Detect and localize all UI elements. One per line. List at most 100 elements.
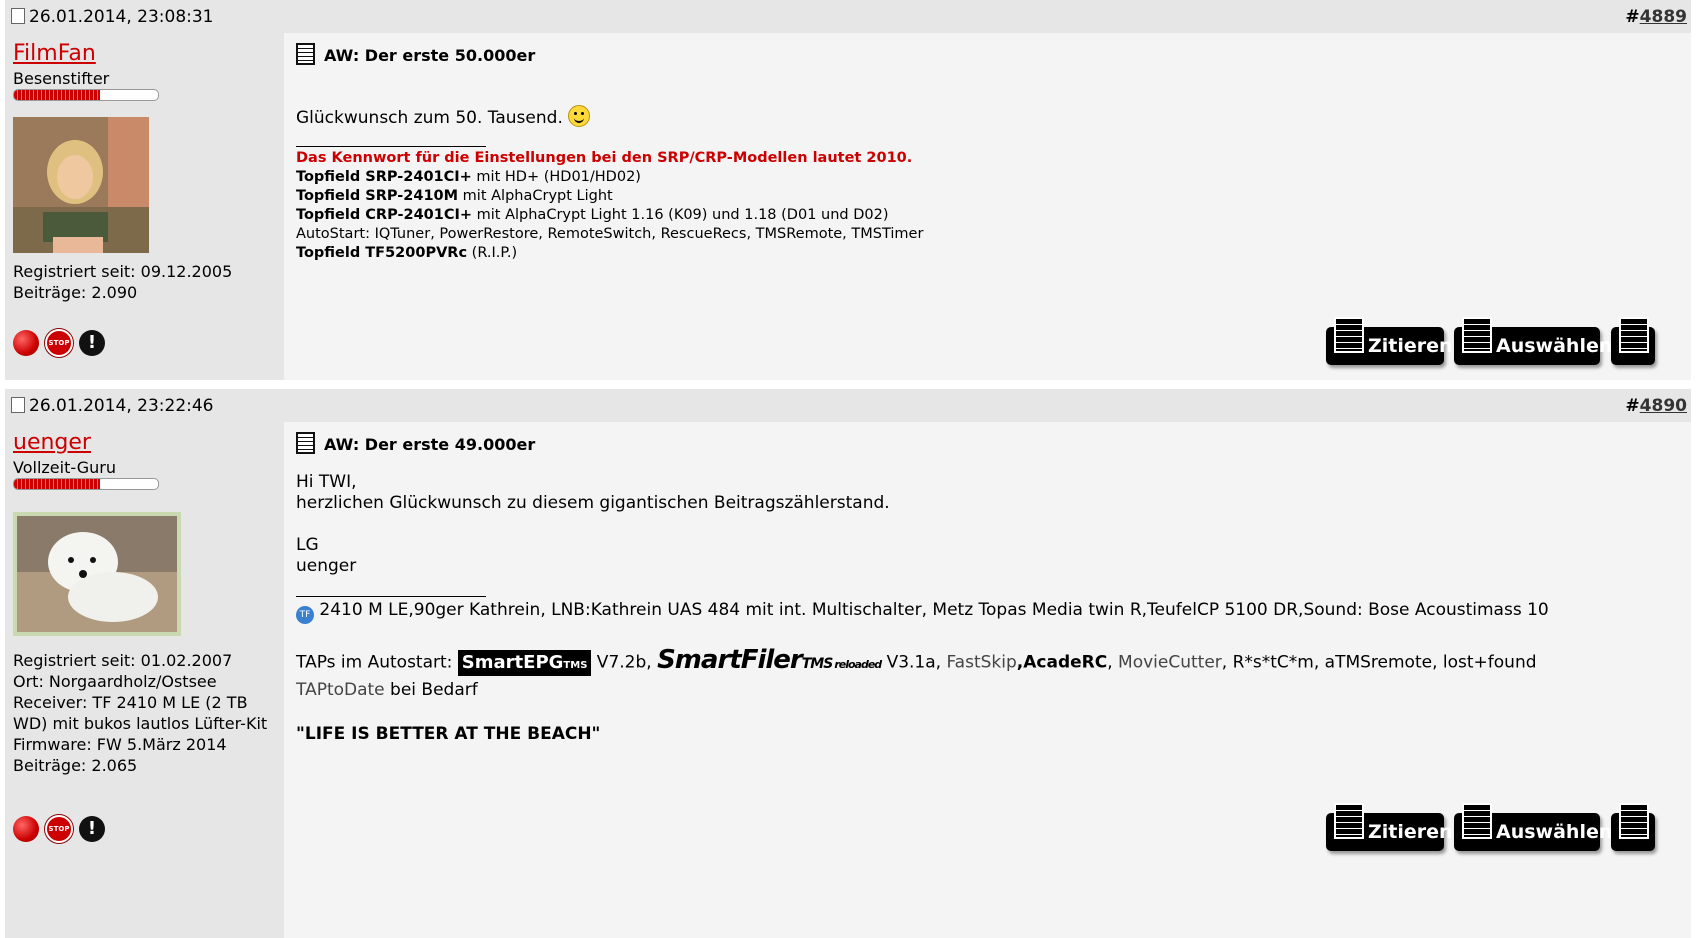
user-panel: FilmFan Besenstifter Registriert seit: 0… — [5, 33, 284, 380]
smartfiler-logo[interactable]: SmartFilerTMS reloaded — [657, 644, 882, 681]
quote-button[interactable]: Zitieren — [1326, 803, 1453, 851]
avatar — [13, 512, 181, 636]
post-title-text: AW: Der erste 49.000er — [324, 435, 536, 454]
post-number-link[interactable]: 4889 — [1640, 7, 1687, 27]
user-icons: STOP! — [13, 815, 111, 845]
reply-icon — [1619, 803, 1649, 839]
signature-line-bold: Topfield SRP-2401CI+ — [296, 169, 472, 185]
smartfiler-logo-tag: reloaded — [834, 658, 882, 671]
taps-rest: , R*s*tC*m, aTMSremote, lost+found — [1221, 652, 1537, 673]
select-button[interactable]: Auswählen — [1454, 803, 1612, 851]
post-body-line: herzlichen Glückwunsch zu diesem giganti… — [296, 493, 890, 513]
select-icon — [1462, 317, 1492, 353]
smartepg-version: V7.2b, — [591, 652, 658, 673]
select-icon — [1462, 803, 1492, 839]
user-info: Registriert seit: 09.12.2005 Beiträge: 2… — [13, 261, 273, 303]
signature-equipment: TF 2410 M LE,90ger Kathrein, LNB:Kathrei… — [296, 600, 1549, 624]
post-4889: 26.01.2014, 23:08:31 #4889 FilmFan Besen… — [5, 0, 1691, 380]
post-header: 26.01.2014, 23:22:46 #4890 — [5, 389, 1691, 422]
reply-icon — [1619, 317, 1649, 353]
smartepg-logo-text: SmartEPG — [461, 651, 564, 673]
quote-label: Zitieren — [1368, 821, 1453, 843]
post-title-text: AW: Der erste 50.000er — [324, 46, 536, 65]
avatar — [13, 117, 149, 253]
smartfiler-logo-text: SmartFiler — [657, 645, 803, 675]
separator: , — [1107, 652, 1119, 673]
signature-password-note: Das Kennwort für die Einstellungen bei d… — [296, 150, 913, 166]
signature-line: Topfield SRP-2410M mit AlphaCrypt Light — [296, 187, 923, 206]
document-icon — [296, 432, 315, 454]
acaderc-text: ,AcadeRC — [1016, 652, 1108, 673]
select-label: Auswählen — [1496, 335, 1613, 357]
user-location: Ort: Norgaardholz/Ostsee — [13, 672, 217, 691]
post-date-text: 26.01.2014, 23:08:31 — [29, 7, 214, 27]
post-body-spacer — [296, 514, 890, 535]
stop-icon[interactable]: STOP — [45, 815, 73, 843]
post-number-prefix: # — [1625, 396, 1640, 416]
quote-icon — [1334, 803, 1364, 839]
post-icon — [11, 397, 25, 413]
reply-button[interactable] — [1611, 317, 1655, 365]
smartfiler-version: V3.1a, — [881, 652, 947, 673]
reply-button[interactable] — [1611, 803, 1655, 851]
smartfiler-logo-suffix: TMS — [801, 656, 834, 672]
signature-line-text: (R.I.P.) — [467, 245, 518, 261]
signature-divider — [296, 146, 486, 147]
post-body-line: uenger — [296, 556, 357, 576]
post-count: Beiträge: 2.065 — [13, 756, 138, 775]
post-body: Hi TWI, herzlichen Glückwunsch zu diesem… — [296, 472, 890, 577]
post-title: AW: Der erste 49.000er — [296, 432, 535, 454]
reputation-bar — [13, 89, 159, 101]
quote-icon — [1334, 317, 1364, 353]
signature-line-bold: Topfield CRP-2401CI+ — [296, 207, 473, 223]
post-4890: 26.01.2014, 23:22:46 #4890 uenger Vollze… — [5, 389, 1691, 938]
post-content: AW: Der erste 49.000er Hi TWI, herzliche… — [284, 422, 1691, 938]
fastskip-link[interactable]: FastSkip — [946, 653, 1016, 673]
username-link[interactable]: FilmFan — [13, 41, 96, 66]
taps-label: TAPs im Autostart: — [296, 652, 458, 673]
post-date-text: 26.01.2014, 23:22:46 — [29, 396, 214, 416]
signature-taps: TAPs im Autostart: SmartEPGTMS V7.2b, Sm… — [296, 644, 1537, 681]
tf-badge-icon: TF — [296, 606, 314, 624]
signature-divider — [296, 596, 486, 597]
document-icon — [296, 43, 315, 65]
post-body: Glückwunsch zum 50. Tausend. — [296, 105, 591, 129]
signature-line: Topfield TF5200PVRc (R.I.P.) — [296, 244, 923, 263]
post-number: #4890 — [1625, 396, 1687, 416]
username-link[interactable]: uenger — [13, 430, 91, 455]
post-number: #4889 — [1625, 7, 1687, 27]
post-number-prefix: # — [1625, 7, 1640, 27]
signature-taptodate: TAPtoDate bei Bedarf — [296, 680, 478, 701]
post-body-line: Hi TWI, — [296, 472, 357, 492]
stop-icon[interactable]: STOP — [45, 329, 73, 357]
signature-line-text: AutoStart: IQTuner, PowerRestore, Remote… — [296, 226, 924, 242]
taptodate-link[interactable]: TAPtoDate — [296, 680, 385, 700]
post-header: 26.01.2014, 23:08:31 #4889 — [5, 0, 1691, 33]
signature-line: Topfield SRP-2401CI+ mit HD+ (HD01/HD02) — [296, 168, 923, 187]
quote-button[interactable]: Zitieren — [1326, 317, 1453, 365]
post-number-link[interactable]: 4890 — [1640, 396, 1687, 416]
reputation-bar — [13, 478, 159, 490]
post-date: 26.01.2014, 23:08:31 — [11, 7, 214, 27]
signature-line-bold: Topfield SRP-2410M — [296, 188, 459, 204]
offline-icon — [13, 816, 39, 842]
post-body-line: LG — [296, 535, 319, 555]
select-label: Auswählen — [1496, 821, 1613, 843]
user-firmware: Firmware: FW 5.März 2014 — [13, 735, 227, 754]
offline-icon — [13, 330, 39, 356]
registered-date: Registriert seit: 01.02.2007 — [13, 651, 233, 670]
report-icon[interactable]: ! — [79, 816, 105, 842]
post-body-text: Glückwunsch zum 50. Tausend. — [296, 108, 563, 128]
signature: Das Kennwort für die Einstellungen bei d… — [296, 149, 923, 263]
report-icon[interactable]: ! — [79, 330, 105, 356]
moviecutter-link[interactable]: MovieCutter — [1118, 653, 1222, 673]
select-button[interactable]: Auswählen — [1454, 317, 1612, 365]
smartepg-logo[interactable]: SmartEPGTMS — [457, 649, 592, 676]
registered-date: Registriert seit: 09.12.2005 — [13, 262, 233, 281]
user-icons: STOP! — [13, 329, 111, 359]
post-date: 26.01.2014, 23:22:46 — [11, 396, 214, 416]
smartepg-logo-suffix: TMS — [563, 659, 588, 671]
signature-line-bold: Topfield TF5200PVRc — [296, 245, 468, 261]
user-panel: uenger Vollzeit-Guru Registriert seit: 0… — [5, 422, 284, 938]
signature-motto: "LIFE IS BETTER AT THE BEACH" — [296, 724, 601, 744]
